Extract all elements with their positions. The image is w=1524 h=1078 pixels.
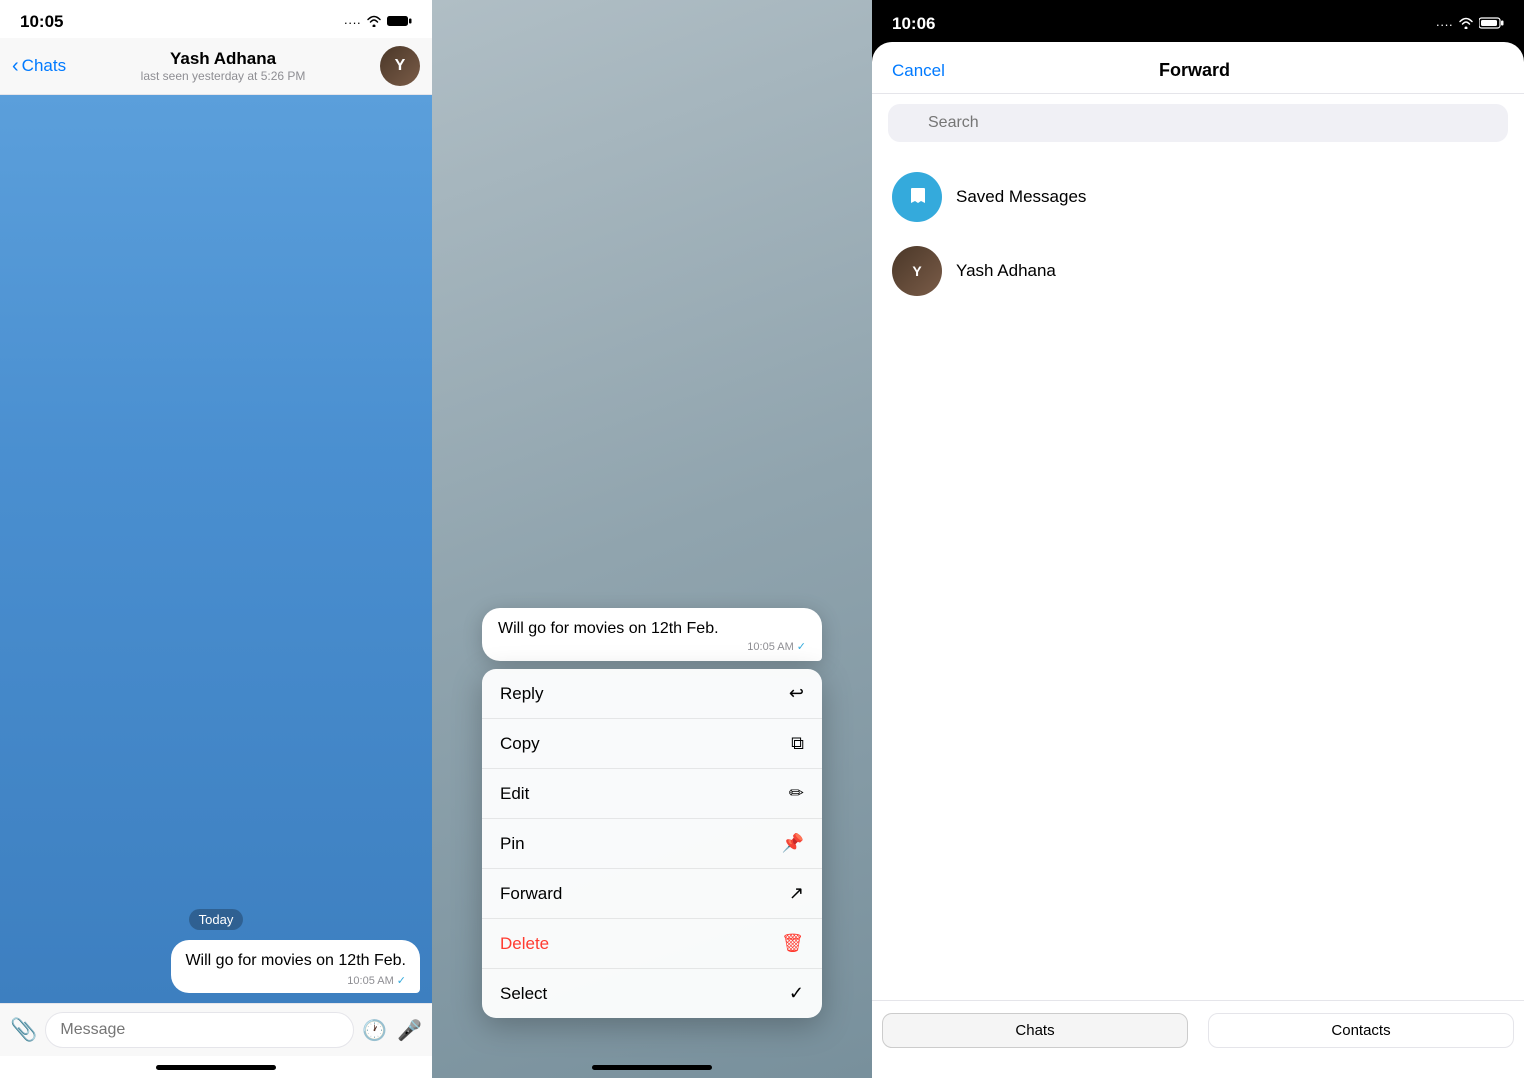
- mic-icon[interactable]: 🎤: [397, 1018, 422, 1043]
- context-forward[interactable]: Forward ↗: [482, 869, 822, 919]
- tab-contacts[interactable]: Contacts: [1208, 1013, 1514, 1048]
- edit-icon: ✏: [789, 783, 804, 804]
- preview-message-text: Will go for movies on 12th Feb.: [498, 620, 806, 638]
- pin-icon: 📌: [782, 833, 804, 854]
- preview-meta: 10:05 AM ✓: [498, 640, 806, 653]
- message-time: 10:05 AM: [347, 975, 393, 987]
- message-input[interactable]: [45, 1012, 354, 1048]
- contact-name: Yash Adhana: [66, 49, 380, 69]
- context-reply-label: Reply: [500, 684, 543, 704]
- context-delete-label: Delete: [500, 934, 549, 954]
- status-icons-p3: ····: [1436, 17, 1504, 32]
- reply-icon: ↩: [789, 683, 804, 704]
- saved-messages-avatar: [892, 172, 942, 222]
- forward-header: Cancel Forward: [872, 42, 1524, 94]
- context-menu-panel: Will go for movies on 12th Feb. 10:05 AM…: [432, 0, 872, 1078]
- signal-icon-p3: ····: [1436, 17, 1453, 32]
- battery-icon-p3: [1479, 17, 1504, 32]
- home-indicator-p1: [0, 1056, 432, 1078]
- preview-time: 10:05 AM: [747, 641, 793, 653]
- contacts-list: Saved Messages Y Yash Adhana: [872, 152, 1524, 1000]
- status-bar-p1: 10:05 ····: [0, 0, 432, 38]
- search-wrapper: 🔍: [888, 104, 1508, 142]
- wifi-icon: [366, 15, 382, 30]
- context-reply[interactable]: Reply ↩: [482, 669, 822, 719]
- status-time-p1: 10:05: [20, 12, 63, 32]
- status-icons-p1: ····: [344, 15, 412, 30]
- preview-check-icon: ✓: [797, 640, 806, 653]
- signal-icon: ····: [344, 15, 361, 30]
- home-bar-p1: [156, 1065, 276, 1070]
- chat-background: Today Will go for movies on 12th Feb. 10…: [0, 95, 432, 1003]
- select-icon: ✓: [789, 983, 804, 1004]
- back-label: Chats: [22, 56, 66, 76]
- context-copy[interactable]: Copy ⧉: [482, 719, 822, 769]
- input-icons: 🕐 🎤: [362, 1018, 422, 1043]
- context-menu: Reply ↩ Copy ⧉ Edit ✏ Pin 📌 Forward ↗ De…: [482, 669, 822, 1018]
- status-bar-p3: 10:06 ····: [872, 0, 1524, 42]
- attach-icon[interactable]: 📎: [10, 1017, 37, 1043]
- date-pill: Today: [189, 909, 244, 930]
- context-select[interactable]: Select ✓: [482, 969, 822, 1018]
- forward-title: Forward: [1159, 60, 1230, 81]
- battery-icon: [387, 15, 412, 30]
- message-bubble[interactable]: Will go for movies on 12th Feb. 10:05 AM…: [171, 940, 420, 993]
- context-copy-label: Copy: [500, 734, 540, 754]
- back-button[interactable]: ‹ Chats: [12, 55, 66, 78]
- status-time-p3: 10:06: [892, 14, 935, 34]
- context-forward-label: Forward: [500, 884, 562, 904]
- search-bar: 🔍: [872, 94, 1524, 152]
- input-bar: 📎 🕐 🎤: [0, 1003, 432, 1056]
- wifi-icon-p3: [1458, 17, 1474, 32]
- context-edit-label: Edit: [500, 784, 529, 804]
- avatar-char: Y: [395, 57, 406, 75]
- forward-icon: ↗: [789, 883, 804, 904]
- context-select-label: Select: [500, 984, 547, 1004]
- forward-panel: 10:06 ···· Cancel Forw: [872, 0, 1524, 1078]
- forward-content: Cancel Forward 🔍 Saved Messages: [872, 42, 1524, 1078]
- chat-header: ‹ Chats Yash Adhana last seen yesterday …: [0, 38, 432, 95]
- delete-icon: 🗑: [781, 933, 804, 954]
- tab-contacts-label: Contacts: [1331, 1022, 1390, 1039]
- chat-panel: 10:05 ···· ‹ Chats Yas: [0, 0, 432, 1078]
- avatar[interactable]: Y: [380, 46, 420, 86]
- yash-adhana-avatar: Y: [892, 246, 942, 296]
- tab-chats[interactable]: Chats: [882, 1013, 1188, 1048]
- context-edit[interactable]: Edit ✏: [482, 769, 822, 819]
- schedule-icon[interactable]: 🕐: [362, 1018, 387, 1043]
- back-chevron-icon: ‹: [12, 55, 19, 78]
- context-area: Will go for movies on 12th Feb. 10:05 AM…: [482, 608, 822, 1018]
- message-text: Will go for movies on 12th Feb.: [185, 950, 406, 972]
- context-delete[interactable]: Delete 🗑: [482, 919, 822, 969]
- preview-message-bubble: Will go for movies on 12th Feb. 10:05 AM…: [482, 608, 822, 661]
- tab-chats-label: Chats: [1015, 1022, 1054, 1039]
- contact-saved-messages[interactable]: Saved Messages: [872, 160, 1524, 234]
- contact-yash-adhana[interactable]: Y Yash Adhana: [872, 234, 1524, 308]
- message-meta: 10:05 AM ✓: [185, 974, 406, 987]
- contact-status: last seen yesterday at 5:26 PM: [66, 69, 380, 83]
- cancel-button[interactable]: Cancel: [892, 61, 945, 81]
- chat-header-center: Yash Adhana last seen yesterday at 5:26 …: [66, 49, 380, 83]
- context-pin-label: Pin: [500, 834, 525, 854]
- yash-adhana-name: Yash Adhana: [956, 261, 1056, 281]
- saved-messages-name: Saved Messages: [956, 187, 1086, 207]
- copy-icon: ⧉: [791, 733, 804, 754]
- date-divider: Today: [12, 909, 420, 930]
- bottom-tabs: Chats Contacts: [872, 1000, 1524, 1078]
- message-check-icon: ✓: [397, 974, 406, 987]
- context-pin[interactable]: Pin 📌: [482, 819, 822, 869]
- home-bar-p2: [592, 1065, 712, 1070]
- search-input[interactable]: [888, 104, 1508, 142]
